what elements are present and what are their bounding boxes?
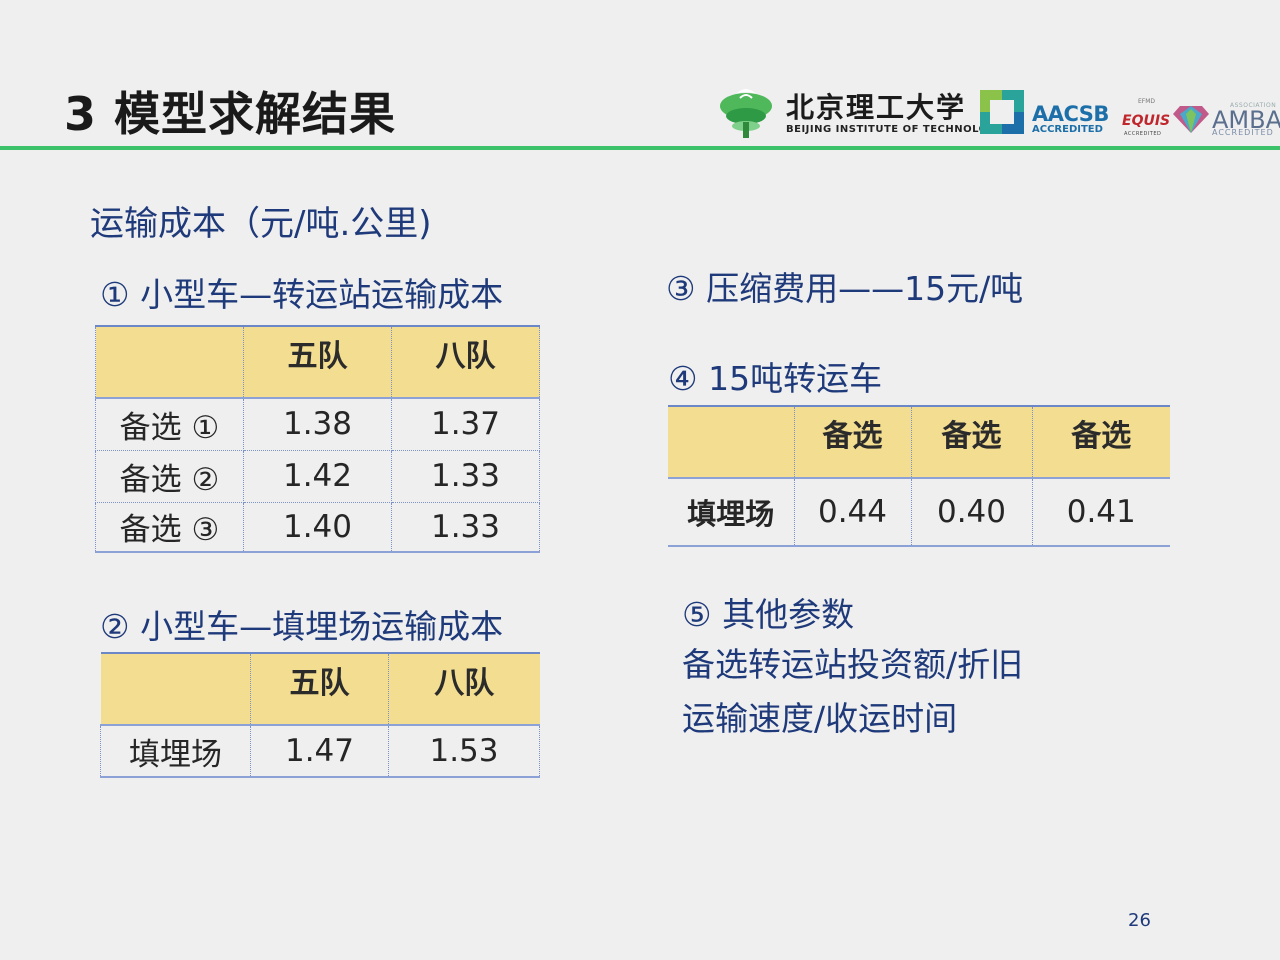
table1-header-col1: 五队 [243, 325, 392, 398]
table-row: 填埋场 1.47 1.53 [100, 724, 540, 778]
table2-title: ② 小型车—填埋场运输成本 [100, 607, 504, 646]
table-row: 备选 ② 1.42 1.33 [95, 450, 540, 503]
table1-header-col2: 八队 [391, 325, 540, 398]
bit-logo-english: BEIJING INSTITUTE OF TECHNOLOGY [786, 124, 1004, 135]
table2-header-col2: 八队 [388, 652, 540, 725]
table2: 五队 八队 填埋场 1.47 1.53 [100, 652, 540, 778]
compress-cost: ③ 压缩费用——15元/吨 [666, 269, 1024, 308]
table2-row1-label: 填埋场 [100, 724, 251, 778]
table4-header-empty [668, 405, 795, 478]
amba-logo-sub: ACCREDITED [1212, 128, 1274, 137]
equis-logo-sub: ACCREDITED [1124, 131, 1162, 137]
aacsb-logo-sub: ACCREDITED [1032, 124, 1103, 135]
aacsb-logo-text: AACSB [1032, 102, 1109, 126]
table1-title: ① 小型车—转运站运输成本 [100, 275, 504, 314]
table1: 五队 八队 备选 ① 1.38 1.37 备选 ② 1.42 1.33 备选 ③… [95, 325, 540, 553]
logo-bar: 北京理工大学 BEIJING INSTITUTE OF TECHNOLOGY A… [714, 82, 1280, 142]
page-number: 26 [1128, 910, 1151, 931]
aacsb-mark-icon [980, 90, 1024, 134]
table-row: 备选 ③ 1.40 1.33 [95, 502, 540, 553]
table4-row1-label: 填埋场 [668, 477, 795, 547]
table1-row1-label: 备选 ① [95, 397, 244, 451]
other-params-line2: 运输速度/收运时间 [682, 699, 958, 738]
table-row: 填埋场 0.44 0.40 0.41 [668, 477, 1170, 547]
table1-row2-label: 备选 ② [95, 450, 244, 503]
table1-row1-col2: 1.37 [391, 397, 540, 451]
table1-row3-col1: 1.40 [243, 502, 392, 553]
table4-row1-col1: 0.44 [794, 477, 912, 547]
table1-row3-label: 备选 ③ [95, 502, 244, 553]
table4: 备选 备选 备选 填埋场 0.44 0.40 0.41 [668, 405, 1170, 547]
slide-title: 3 模型求解结果 [64, 87, 397, 141]
bit-logo-chinese: 北京理工大学 [786, 91, 967, 124]
amba-diamond-icon [1173, 106, 1209, 133]
table2-header-empty [100, 652, 251, 725]
equis-logo-text: EQUIS [1122, 113, 1171, 129]
bit-emblem-icon [720, 89, 772, 138]
slide: 3 模型求解结果 北京理工大学 BEIJING INSTITUTE OF TEC… [0, 0, 1280, 960]
table4-header-col2: 备选 [911, 405, 1033, 478]
table1-row2-col1: 1.42 [243, 450, 392, 503]
table4-header-col1: 备选 [794, 405, 912, 478]
table1-row3-col2: 1.33 [391, 502, 540, 553]
table4-title: ④ 15吨转运车 [668, 359, 883, 398]
table4-header-col3: 备选 [1032, 405, 1170, 478]
table1-header-empty [95, 325, 244, 398]
table2-row1-col1: 1.47 [250, 724, 389, 778]
table1-row2-col2: 1.33 [391, 450, 540, 503]
table2-header-col1: 五队 [250, 652, 389, 725]
table4-row1-col3: 0.41 [1032, 477, 1170, 547]
other-params-title: ⑤ 其他参数 [682, 595, 855, 634]
table4-row1-col2: 0.40 [911, 477, 1033, 547]
table-row: 备选 ① 1.38 1.37 [95, 397, 540, 451]
table2-row1-col2: 1.53 [388, 724, 540, 778]
efmd-label: EFMD [1138, 98, 1156, 105]
table1-row1-col1: 1.38 [243, 397, 392, 451]
section-heading: 运输成本（元/吨.公里) [90, 204, 432, 244]
header-divider [0, 146, 1280, 150]
other-params-line1: 备选转运站投资额/折旧 [682, 645, 1024, 684]
